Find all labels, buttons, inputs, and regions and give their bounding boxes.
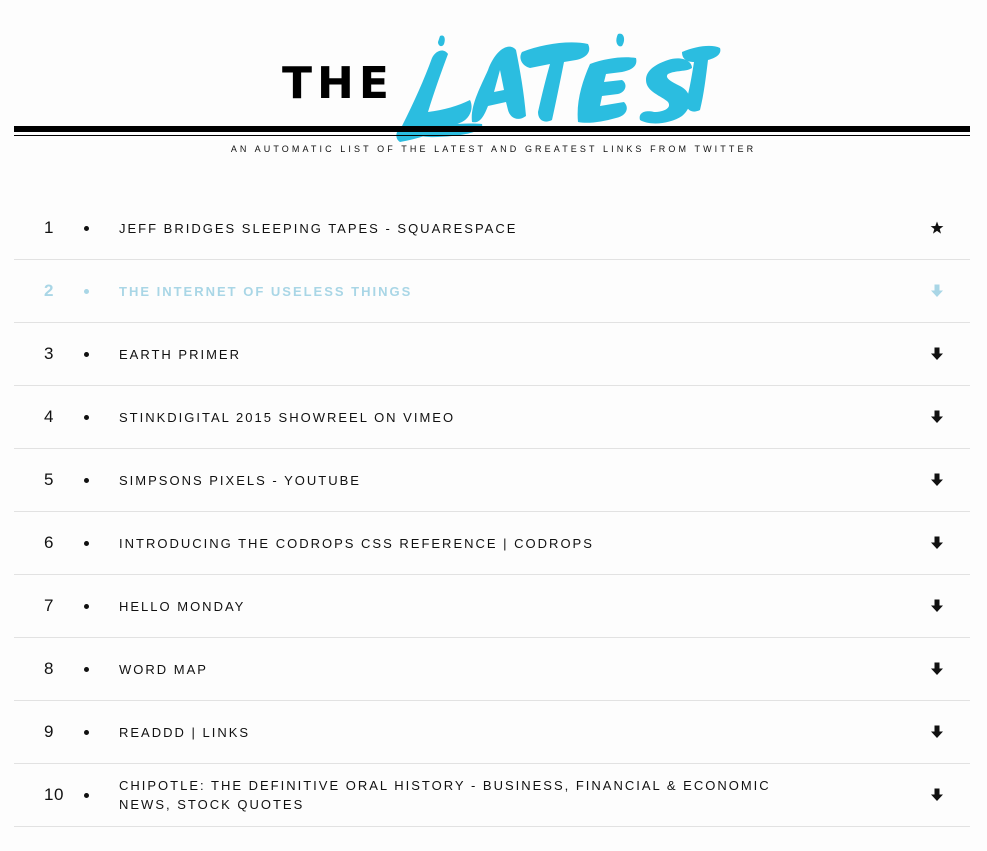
bullet-dot [84,541,89,546]
list-item[interactable]: 5 SIMPSONS PIXELS - YOUTUBE [14,449,970,512]
item-link[interactable]: CHIPOTLE: THE DEFINITIVE ORAL HISTORY - … [119,764,799,826]
header-thin-rule [14,135,970,136]
tagline: AN AUTOMATIC LIST OF THE LATEST AND GREA… [230,144,757,154]
arrow-down-icon[interactable] [930,598,944,614]
arrow-down-icon[interactable] [930,472,944,488]
arrow-down-icon[interactable] [930,535,944,551]
arrow-down-icon[interactable] [930,409,944,425]
item-link[interactable]: READDD | LINKS [119,701,799,763]
arrow-down-icon[interactable] [930,283,944,299]
star-icon[interactable] [930,220,944,236]
list-item[interactable]: 7 HELLO MONDAY [14,575,970,638]
item-number: 2 [44,281,54,300]
item-link[interactable]: EARTH PRIMER [119,323,799,385]
bullet-dot [84,415,89,420]
arrow-down-icon[interactable] [930,346,944,362]
arrow-down-icon[interactable] [930,787,944,803]
bullet-dot [84,793,89,798]
item-link[interactable]: STINKDIGITAL 2015 SHOWREEL ON VIMEO [119,386,799,448]
list-item[interactable]: 8 WORD MAP [14,638,970,701]
item-link[interactable]: THE INTERNET OF USELESS THINGS [119,260,799,322]
header: THE AN AUTOMATIC LIST OF THE LATEST AND … [0,0,987,170]
list-item[interactable]: 4 STINKDIGITAL 2015 SHOWREEL ON VIMEO [14,386,970,449]
logo-latest-brushstroke [392,30,722,150]
bullet-dot [84,478,89,483]
item-link[interactable]: SIMPSONS PIXELS - YOUTUBE [119,449,799,511]
list-item[interactable]: 10 CHIPOTLE: THE DEFINITIVE ORAL HISTORY … [14,764,970,827]
bullet-dot [84,289,89,294]
item-link[interactable]: INTRODUCING THE CODROPS CSS REFERENCE | … [119,512,799,574]
link-list: 1 JEFF BRIDGES SLEEPING TAPES - SQUARESPA… [14,197,970,827]
item-number: 7 [44,596,54,615]
item-number: 6 [44,533,54,552]
bullet-dot [84,604,89,609]
item-link[interactable]: HELLO MONDAY [119,575,799,637]
bullet-dot [84,667,89,672]
item-number: 9 [44,722,54,741]
header-thick-rule [14,126,970,132]
arrow-down-icon[interactable] [930,661,944,677]
list-item[interactable]: 3 EARTH PRIMER [14,323,970,386]
page: THE AN AUTOMATIC LIST OF THE LATEST AND … [0,0,987,851]
item-number: 1 [44,218,54,237]
item-link[interactable]: WORD MAP [119,638,799,700]
bullet-dot [84,352,89,357]
item-link[interactable]: JEFF BRIDGES SLEEPING TAPES - SQUARESPAC… [119,197,799,259]
item-number: 3 [44,344,54,363]
bullet-dot [84,226,89,231]
list-item[interactable]: 9 READDD | LINKS [14,701,970,764]
bullet-dot [84,730,89,735]
arrow-down-icon[interactable] [930,724,944,740]
list-item[interactable]: 6 INTRODUCING THE CODROPS CSS REFERENCE |… [14,512,970,575]
item-number: 4 [44,407,54,426]
logo-the-text: THE [282,58,394,109]
list-item[interactable]: 1 JEFF BRIDGES SLEEPING TAPES - SQUARESPA… [14,197,970,260]
list-item[interactable]: 2 THE INTERNET OF USELESS THINGS [14,260,970,323]
item-number: 8 [44,659,54,678]
item-number: 10 [44,785,64,804]
item-number: 5 [44,470,54,489]
